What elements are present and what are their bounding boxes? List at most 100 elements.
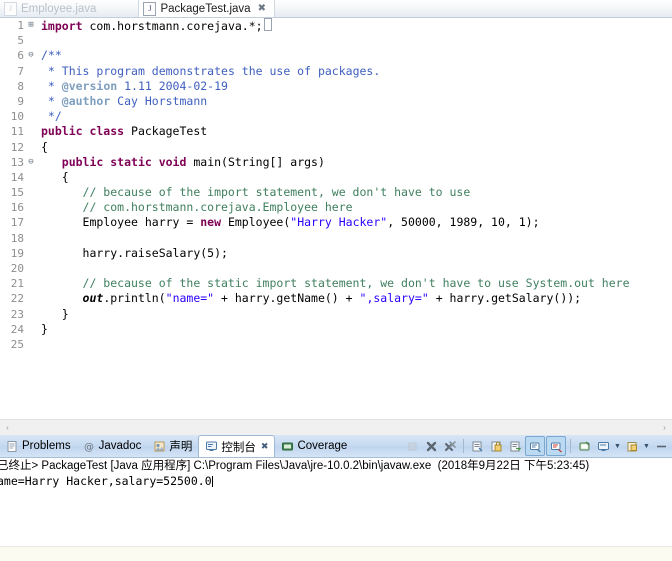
- problems-icon: [6, 440, 19, 453]
- remove-launch-button[interactable]: [422, 437, 440, 455]
- code-line[interactable]: 21 // because of the static import state…: [0, 276, 672, 291]
- fold-marker-icon[interactable]: ⊖: [25, 155, 37, 170]
- code-editor[interactable]: 1 ⊞ import com.horstmann.corejava.*; 5 6 ⊖/**…: [0, 18, 672, 435]
- line-number: 21: [10, 277, 24, 291]
- console-output[interactable]: 已终止> PackageTest [Java 应用程序] C:\Program …: [0, 458, 672, 546]
- show-console-stderr-button[interactable]: [546, 436, 566, 456]
- console-launch-header: 已终止> PackageTest [Java 应用程序] C:\Program …: [0, 460, 590, 472]
- code-text[interactable]: out.println("name=" + harry.getName() + …: [37, 291, 672, 306]
- line-number: 23: [10, 307, 24, 321]
- code-line[interactable]: 18: [0, 231, 672, 246]
- tab-javadoc[interactable]: @ Javadoc: [77, 435, 148, 457]
- editor-tab-packagetest[interactable]: J PackageTest.java ✖: [138, 0, 275, 17]
- declaration-icon: [153, 440, 166, 453]
- code-text[interactable]: // because of the static import statemen…: [37, 276, 672, 291]
- scroll-right-arrow-icon[interactable]: ›: [657, 423, 672, 432]
- minimize-button[interactable]: [652, 437, 670, 455]
- code-token: ",salary=": [359, 291, 429, 306]
- line-number: 7: [17, 64, 24, 78]
- word-wrap-button[interactable]: [506, 437, 524, 455]
- code-line[interactable]: 15 // because of the import statement, w…: [0, 185, 672, 200]
- code-token: PackageTest: [131, 124, 208, 139]
- code-text[interactable]: // com.horstmann.corejava.Employee here: [37, 200, 672, 215]
- scroll-track[interactable]: [15, 421, 657, 434]
- line-number: 19: [10, 246, 24, 260]
- code-line[interactable]: 11 public class PackageTest: [0, 124, 672, 139]
- clear-console-button[interactable]: [468, 437, 486, 455]
- tab-coverage[interactable]: Coverage: [275, 435, 353, 457]
- tab-problems[interactable]: Problems: [0, 435, 77, 457]
- tab-console[interactable]: 控制台 ✖: [198, 435, 276, 457]
- code-token: import: [41, 19, 90, 33]
- code-line[interactable]: 17 Employee harry = new Employee("Harry …: [0, 215, 672, 230]
- code-token: @version: [61, 78, 118, 93]
- code-line[interactable]: 22 out.println("name=" + harry.getName()…: [0, 291, 672, 306]
- code-line[interactable]: 1 ⊞ import com.horstmann.corejava.*;: [0, 18, 672, 33]
- close-icon[interactable]: ✖: [258, 3, 266, 14]
- code-text[interactable]: // because of the import statement, we d…: [37, 185, 672, 200]
- line-number: 13: [10, 155, 24, 169]
- code-text[interactable]: /**: [37, 48, 672, 63]
- code-line[interactable]: 6 ⊖ /**: [0, 48, 672, 63]
- code-token: main(String[] args): [193, 154, 325, 169]
- code-token: "Harry Hacker": [290, 215, 388, 230]
- console-toolbar: ▼ ▼: [403, 435, 672, 457]
- close-icon[interactable]: ✖: [261, 441, 269, 452]
- code-line[interactable]: 12 {: [0, 140, 672, 155]
- code-token: {: [41, 139, 48, 154]
- code-line[interactable]: 5: [0, 33, 672, 48]
- separator-1: [463, 439, 464, 453]
- fold-marker-icon[interactable]: ⊞: [25, 18, 37, 33]
- code-text[interactable]: harry.raiseSalary(5);: [37, 246, 672, 261]
- line-number: 6: [17, 49, 24, 63]
- chevron-down-icon[interactable]: ▼: [613, 443, 622, 450]
- code-line[interactable]: 10 */: [0, 109, 672, 124]
- code-token: }: [41, 306, 69, 321]
- code-line[interactable]: 24}: [0, 322, 672, 337]
- code-text[interactable]: * This program demonstrates the use of p…: [37, 64, 672, 79]
- code-token: new: [200, 215, 228, 230]
- code-text[interactable]: }: [37, 307, 672, 322]
- editor-tab-employee[interactable]: J Employee.java: [0, 0, 104, 17]
- code-line[interactable]: 23 }: [0, 307, 672, 322]
- display-selected-console-button[interactable]: [594, 437, 612, 455]
- scroll-left-arrow-icon[interactable]: ‹: [0, 423, 15, 432]
- code-line[interactable]: 19 harry.raiseSalary(5);: [0, 246, 672, 261]
- scroll-lock-button[interactable]: [487, 437, 505, 455]
- code-line[interactable]: 25: [0, 337, 672, 352]
- code-line[interactable]: 8 * @version 1.11 2004-02-19: [0, 79, 672, 94]
- code-token: This program demonstrates the use of pac…: [61, 63, 381, 78]
- tab-label: Coverage: [297, 440, 348, 452]
- code-line[interactable]: 7 * This program demonstrates the use of…: [0, 64, 672, 79]
- editor-horizontal-scrollbar[interactable]: ‹ ›: [0, 419, 672, 435]
- code-text[interactable]: {: [37, 140, 672, 155]
- code-text[interactable]: }: [37, 322, 672, 337]
- code-token: }: [41, 321, 48, 336]
- line-number: 24: [10, 322, 24, 336]
- code-text[interactable]: * @version 1.11 2004-02-19: [37, 79, 672, 94]
- code-text[interactable]: * @author Cay Horstmann: [37, 94, 672, 109]
- code-line[interactable]: 13 ⊖ public static void main(String[] arg…: [0, 155, 672, 170]
- show-console-stdout-button[interactable]: [525, 436, 545, 456]
- code-line[interactable]: 20: [0, 261, 672, 276]
- tab-declaration[interactable]: 声明: [147, 435, 198, 457]
- chevron-down-icon[interactable]: ▼: [642, 443, 651, 450]
- line-number: 10: [10, 110, 24, 124]
- code-text[interactable]: public static void main(String[] args): [37, 155, 672, 170]
- code-line[interactable]: 14 {: [0, 170, 672, 185]
- tab-label: 声明: [169, 441, 193, 453]
- code-text[interactable]: {: [37, 170, 672, 185]
- code-line[interactable]: 9 * @author Cay Horstmann: [0, 94, 672, 109]
- fold-marker-icon[interactable]: ⊖: [25, 48, 37, 63]
- code-text[interactable]: */: [37, 109, 672, 124]
- pin-console-button[interactable]: [575, 437, 593, 455]
- code-lines[interactable]: 1 ⊞ import com.horstmann.corejava.*; 5 6 ⊖/**…: [0, 18, 672, 352]
- open-console-button[interactable]: [623, 437, 641, 455]
- caret-box: [263, 18, 272, 31]
- code-text[interactable]: public class PackageTest: [37, 124, 672, 139]
- code-text[interactable]: Employee harry = new Employee("Harry Hac…: [37, 215, 672, 230]
- code-line[interactable]: 16 // com.horstmann.corejava.Employee he…: [0, 200, 672, 215]
- code-token: @author: [61, 93, 111, 108]
- remove-all-terminated-button[interactable]: [441, 437, 459, 455]
- code-text[interactable]: import com.horstmann.corejava.*;: [37, 18, 672, 34]
